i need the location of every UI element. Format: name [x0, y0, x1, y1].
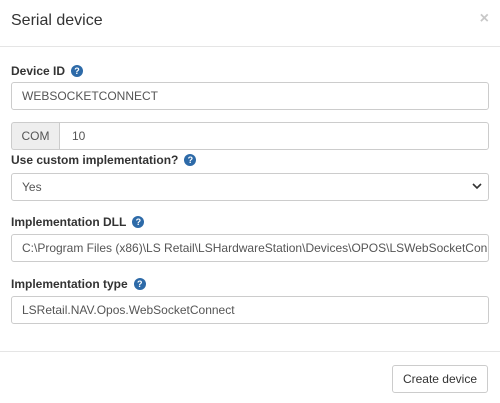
impl-dll-label: Implementation DLL: [11, 215, 127, 229]
question-circle-icon[interactable]: ?: [184, 154, 197, 166]
com-port-input[interactable]: 10: [59, 122, 489, 150]
custom-impl-label-row: Use custom implementation? ?: [11, 153, 197, 167]
impl-type-label: Implementation type: [11, 277, 128, 291]
impl-dll-input[interactable]: C:\Program Files (x86)\LS Retail\LSHardw…: [11, 234, 489, 262]
question-circle-icon[interactable]: ?: [133, 278, 146, 290]
footer-divider: [0, 351, 500, 352]
impl-dll-label-row: Implementation DLL ?: [11, 215, 145, 229]
device-id-label: Device ID: [11, 64, 66, 78]
close-icon[interactable]: ×: [480, 11, 489, 27]
impl-type-input[interactable]: LSRetail.NAV.Opos.WebSocketConnect: [11, 296, 489, 324]
com-addon: COM: [11, 122, 59, 150]
create-device-button[interactable]: Create device: [391, 365, 488, 393]
device-id-input[interactable]: WEBSOCKETCONNECT: [11, 82, 489, 110]
custom-impl-label: Use custom implementation?: [11, 153, 179, 167]
custom-impl-selected-value: Yes: [22, 180, 42, 194]
impl-type-label-row: Implementation type ?: [11, 277, 146, 291]
modal-title: Serial device: [11, 12, 103, 29]
serial-device-modal: Serial device × Device ID ? WEBSOCKETCON…: [0, 0, 500, 403]
custom-impl-select[interactable]: Yes: [11, 173, 489, 201]
device-id-label-row: Device ID ?: [11, 64, 84, 78]
chevron-down-icon: [472, 182, 482, 193]
question-circle-icon[interactable]: ?: [132, 216, 145, 228]
com-input-group: COM 10: [11, 122, 489, 150]
question-circle-icon[interactable]: ?: [71, 65, 84, 77]
modal-header: Serial device ×: [0, 0, 500, 47]
